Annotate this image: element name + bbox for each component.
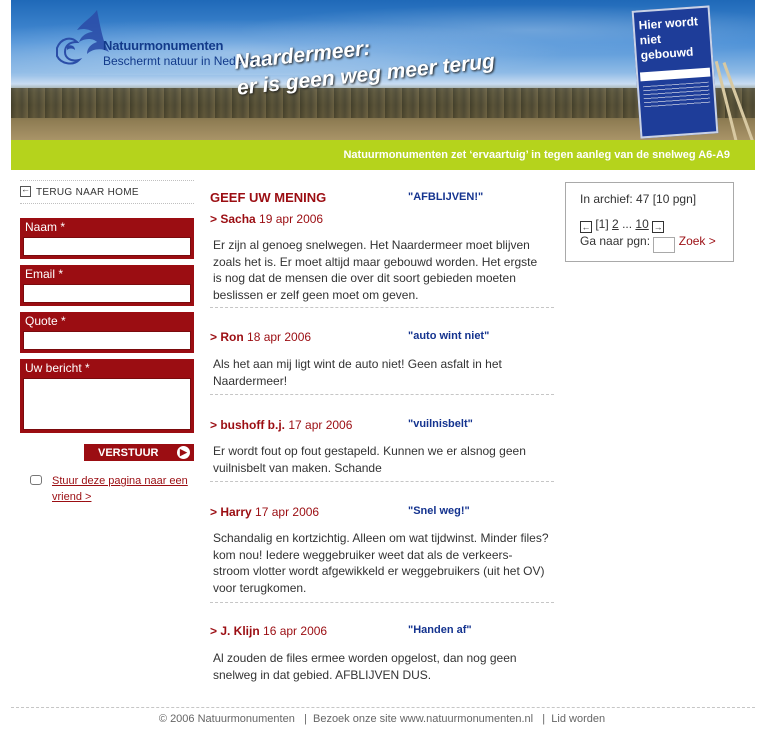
submit-button[interactable]: VERSTUUR ▶ xyxy=(84,444,194,461)
entry-author: > Sacha xyxy=(210,212,256,226)
entry-title: "Handen af" xyxy=(408,624,472,636)
entry-title: "vuilnisbelt" xyxy=(408,418,473,430)
list-item: > Ron 18 apr 2006 "auto wint niet" Als h… xyxy=(210,330,554,395)
goto-page: Ga naar pgn: Zoek > xyxy=(580,234,716,253)
entry-title: "AFBLIJVEN!" xyxy=(408,191,484,203)
current-page: [1] xyxy=(595,217,609,231)
message-label: Uw bericht * xyxy=(25,361,90,375)
back-home-link[interactable]: TERUG NAAR HOME xyxy=(20,180,194,204)
page-title: GEEF UW MENING xyxy=(210,190,327,205)
entry-author: > Harry xyxy=(210,505,252,519)
subtitle-text: Natuurmonumenten zet ‘ervaartuig’ in teg… xyxy=(343,149,730,161)
archive-count: In archief: 47 [10 pgn] xyxy=(580,192,697,206)
entry-meta: > Harry 17 apr 2006 xyxy=(210,505,319,519)
goto-page-input[interactable] xyxy=(653,236,676,253)
sign-text: Hier wordt niet gebouwd xyxy=(638,14,699,63)
sign-strip xyxy=(639,67,711,82)
page-link-2[interactable]: 2 xyxy=(612,217,619,231)
archive-box: In archief: 47 [10 pgn] ← [1] 2 ... 10 →… xyxy=(565,182,734,262)
entry-meta: > Sacha 19 apr 2006 xyxy=(210,212,323,226)
entry-date: 17 apr 2006 xyxy=(288,418,353,432)
prev-page-icon[interactable]: ← xyxy=(580,221,592,233)
send-to-friend-arrow: > xyxy=(85,491,92,503)
sign-small-print xyxy=(642,81,711,109)
road-sign: Hier wordt niet gebouwd xyxy=(631,5,719,139)
entry-meta: > Ron 18 apr 2006 xyxy=(210,330,311,344)
entry-text: Al zouden de files ermee worden opgelost… xyxy=(213,651,517,682)
list-item: > bushoff b.j. 17 apr 2006 "vuilnisbelt"… xyxy=(210,418,554,482)
footer-divider xyxy=(11,707,755,708)
entry-meta: > bushoff b.j. 17 apr 2006 xyxy=(210,418,352,432)
arrow-right-icon: ▶ xyxy=(177,446,190,459)
entry-date: 18 apr 2006 xyxy=(247,330,312,344)
entry-title: "auto wint niet" xyxy=(408,330,490,342)
subtitle-bar: Natuurmonumenten zet ‘ervaartuig’ in teg… xyxy=(11,140,755,170)
email-label: Email * xyxy=(25,267,64,281)
list-item: > Harry 17 apr 2006 "Snel weg!" Schandal… xyxy=(210,505,554,603)
email-input[interactable] xyxy=(23,284,191,303)
name-field-group: Naam * xyxy=(20,218,194,259)
footer-visit-link[interactable]: Bezoek onze site www.natuurmonumenten.nl xyxy=(313,713,533,725)
entry-author: > bushoff b.j. xyxy=(210,418,285,432)
entry-text: Er wordt fout op fout gestapeld. Kunnen … xyxy=(213,444,526,475)
entry-text: Schandalig en kortzichtig. Alleen om wat… xyxy=(213,531,549,595)
email-field-group: Email * xyxy=(20,265,194,306)
entry-meta: > J. Klijn 16 apr 2006 xyxy=(210,624,327,638)
footer-separator: | xyxy=(304,713,307,725)
entry-text: Als het aan mij ligt wint de auto niet! … xyxy=(213,357,502,388)
page-link-last[interactable]: 10 xyxy=(635,217,648,231)
quote-label: Quote * xyxy=(25,314,66,328)
pagination: ← [1] 2 ... 10 → xyxy=(580,217,665,233)
back-home-label: TERUG NAAR HOME xyxy=(36,187,139,198)
header-banner: Natuurmonumenten Beschermt natuur in Ned… xyxy=(11,0,755,140)
submit-label: VERSTUUR xyxy=(98,446,159,459)
speech-bubble-icon xyxy=(30,475,42,485)
name-input[interactable] xyxy=(23,237,191,256)
sidebar: TERUG NAAR HOME Naam * Email * Quote * U… xyxy=(20,180,194,503)
entry-date: 17 apr 2006 xyxy=(255,505,320,519)
message-field-group: Uw bericht * xyxy=(20,359,194,433)
quote-input[interactable] xyxy=(23,331,191,350)
pagination-ellipsis: ... xyxy=(622,217,633,231)
entry-author: > Ron xyxy=(210,330,244,344)
main-content: GEEF UW MENING "AFBLIJVEN!" > Sacha 19 a… xyxy=(210,190,554,682)
entry-title: "Snel weg!" xyxy=(408,505,470,517)
list-item: > J. Klijn 16 apr 2006 "Handen af" Al zo… xyxy=(210,624,554,690)
quote-field-group: Quote * xyxy=(20,312,194,353)
footer-join-link[interactable]: Lid worden xyxy=(551,713,605,725)
send-to-friend-link[interactable]: Stuur deze pagina naar een vriend > xyxy=(52,473,192,505)
brand-name: Natuurmonumenten xyxy=(103,38,224,53)
send-to-friend-label: Stuur deze pagina naar een vriend xyxy=(52,475,188,503)
footer-separator: | xyxy=(542,713,546,725)
entry-author: > J. Klijn xyxy=(210,624,260,638)
search-button[interactable]: Zoek > xyxy=(679,234,716,248)
message-textarea[interactable] xyxy=(23,378,191,430)
entry-text: Er zijn al genoeg snelwegen. Het Naarder… xyxy=(213,238,538,302)
list-item: > Sacha 19 apr 2006 Er zijn al genoeg sn… xyxy=(210,212,554,308)
entry-date: 16 apr 2006 xyxy=(263,624,328,638)
arrow-left-icon xyxy=(20,184,31,197)
goto-label: Ga naar pgn: xyxy=(580,234,651,248)
footer: © 2006 Natuurmonumenten | Bezoek onze si… xyxy=(0,713,764,725)
footer-copyright: © 2006 Natuurmonumenten xyxy=(158,713,295,725)
entry-date: 19 apr 2006 xyxy=(259,212,324,226)
name-label: Naam * xyxy=(25,220,66,234)
next-page-icon[interactable]: → xyxy=(652,221,665,233)
